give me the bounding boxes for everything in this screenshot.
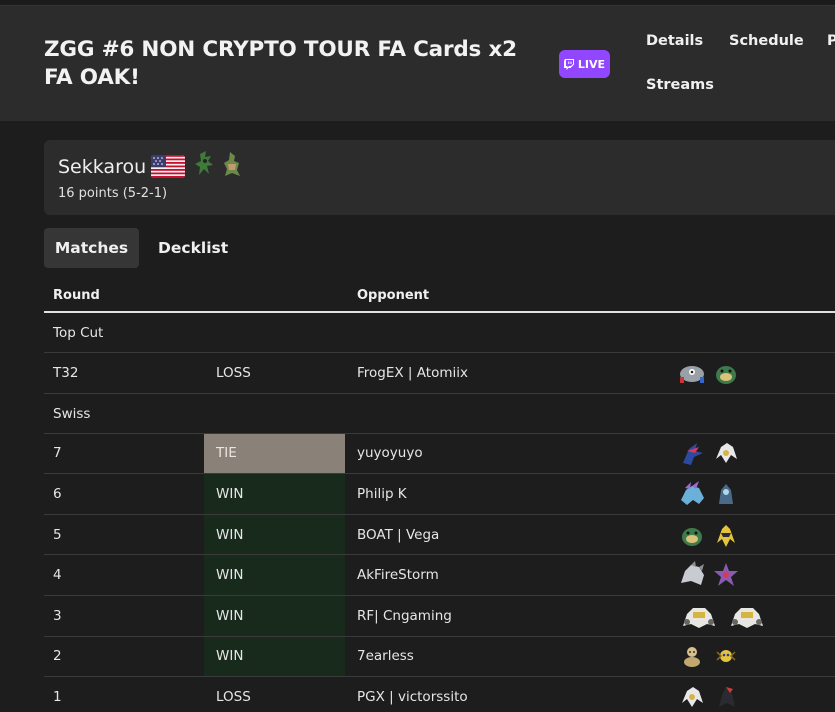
player-points: 16 points (5-2-1) — [58, 186, 168, 201]
table-row[interactable]: 3 WIN RF| Cngaming — [44, 595, 835, 637]
opponent-cell[interactable]: PGX | victorssito — [357, 677, 468, 712]
column-round: Round — [53, 288, 100, 303]
opponent-cell[interactable]: Philip K — [357, 474, 407, 514]
toedscruel-icon — [682, 527, 702, 546]
result-cell: LOSS — [216, 364, 251, 381]
result-cell: WIN — [204, 555, 345, 595]
table-row[interactable]: 2 WIN 7earless — [44, 636, 835, 678]
arceus-icon — [716, 443, 737, 464]
us-flag-icon — [151, 155, 185, 178]
nav-truncated[interactable]: P — [827, 33, 835, 49]
round-cell: 1 — [53, 688, 62, 705]
tab-matches[interactable]: Matches — [44, 228, 139, 268]
nav-details[interactable]: Details — [646, 33, 703, 49]
magnezone-icon — [680, 365, 704, 383]
opponent-cell[interactable]: RF| Cngaming — [357, 596, 452, 636]
greninja-icon — [683, 443, 703, 466]
iron-thorns-icon — [681, 561, 704, 586]
tournament-title: ZGG #6 NON CRYPTO TOUR FA Cards x2 FA OA… — [44, 37, 517, 90]
opponent-cell[interactable]: FrogEX | Atomiix — [357, 353, 468, 393]
result-cell: TIE — [204, 433, 345, 474]
arceus-icon — [682, 686, 703, 707]
result-cell: WIN — [204, 474, 345, 514]
table-row[interactable]: 1 LOSS PGX | victorssito — [44, 677, 835, 712]
table-row[interactable]: 4 WIN AkFireStorm — [44, 555, 835, 596]
opponent-deck-sprites — [677, 677, 741, 712]
table-row[interactable]: T32 LOSS FrogEX | Atomiix — [44, 353, 835, 394]
round-cell: 5 — [53, 526, 62, 543]
nav-schedule[interactable]: Schedule — [729, 33, 804, 49]
opponent-deck-sprites — [677, 434, 741, 474]
player-deck-sprites — [194, 150, 244, 178]
result-cell: LOSS — [216, 688, 251, 705]
table-row[interactable]: 5 WIN BOAT | Vega — [44, 514, 835, 556]
regigigas-icon — [731, 607, 763, 628]
opponent-cell[interactable]: 7earless — [357, 637, 414, 677]
opponent-cell[interactable]: AkFireStorm — [357, 555, 439, 595]
table-row[interactable]: 6 WIN Philip K — [44, 474, 835, 515]
round-cell: T32 — [53, 364, 79, 381]
table-header: Round Opponent — [44, 278, 835, 313]
pokemon-sprite-icon — [224, 152, 240, 176]
result-cell: WIN — [204, 636, 345, 677]
regigigas-icon — [683, 607, 715, 628]
tournament-header: ZGG #6 NON CRYPTO TOUR FA Cards x2 FA OA… — [0, 6, 835, 121]
opponent-deck-sprites — [677, 555, 741, 595]
result-cell: WIN — [204, 595, 345, 636]
pokemon-sprite-icon — [195, 151, 213, 175]
table-row[interactable]: 7 TIE yuyoyuyo — [44, 433, 835, 475]
opponent-deck-sprites — [677, 353, 741, 393]
live-label: LIVE — [577, 57, 606, 71]
result-cell: WIN — [204, 514, 345, 555]
opponent-deck-sprites — [677, 474, 741, 514]
column-opponent: Opponent — [357, 288, 430, 303]
nav-streams[interactable]: Streams — [646, 77, 714, 93]
suicune-icon — [681, 480, 704, 505]
round-cell: 6 — [53, 485, 62, 502]
round-cell: 2 — [53, 648, 62, 665]
zeraora-icon — [717, 524, 735, 547]
ogerpon-icon — [719, 483, 733, 504]
darkrai-icon — [719, 686, 735, 707]
twitch-icon — [563, 58, 574, 70]
matches-table: Round Opponent Top Cut T32 LOSS FrogEX |… — [44, 278, 835, 712]
bronzong-icon — [684, 647, 700, 668]
player-name: Sekkarou — [58, 156, 147, 178]
starmie-icon — [714, 563, 738, 587]
toedscruel-icon — [716, 365, 736, 384]
section-top-cut: Top Cut — [44, 313, 835, 353]
opponent-deck-sprites — [677, 596, 769, 636]
round-cell: 4 — [53, 567, 62, 584]
opponent-cell[interactable]: yuyoyuyo — [357, 434, 423, 474]
joltik-icon — [716, 650, 736, 663]
round-cell: 7 — [53, 445, 62, 462]
opponent-deck-sprites — [677, 515, 741, 555]
section-swiss: Swiss — [44, 394, 835, 434]
section-label: Swiss — [53, 405, 91, 422]
opponent-cell[interactable]: BOAT | Vega — [357, 515, 439, 555]
round-cell: 3 — [53, 607, 62, 624]
tab-decklist[interactable]: Decklist — [158, 228, 228, 268]
opponent-deck-sprites — [677, 637, 741, 677]
section-label: Top Cut — [53, 325, 104, 341]
live-stream-badge[interactable]: LIVE — [559, 50, 610, 78]
player-card: Sekkarou 16 points (5-2-1) — [44, 140, 835, 215]
